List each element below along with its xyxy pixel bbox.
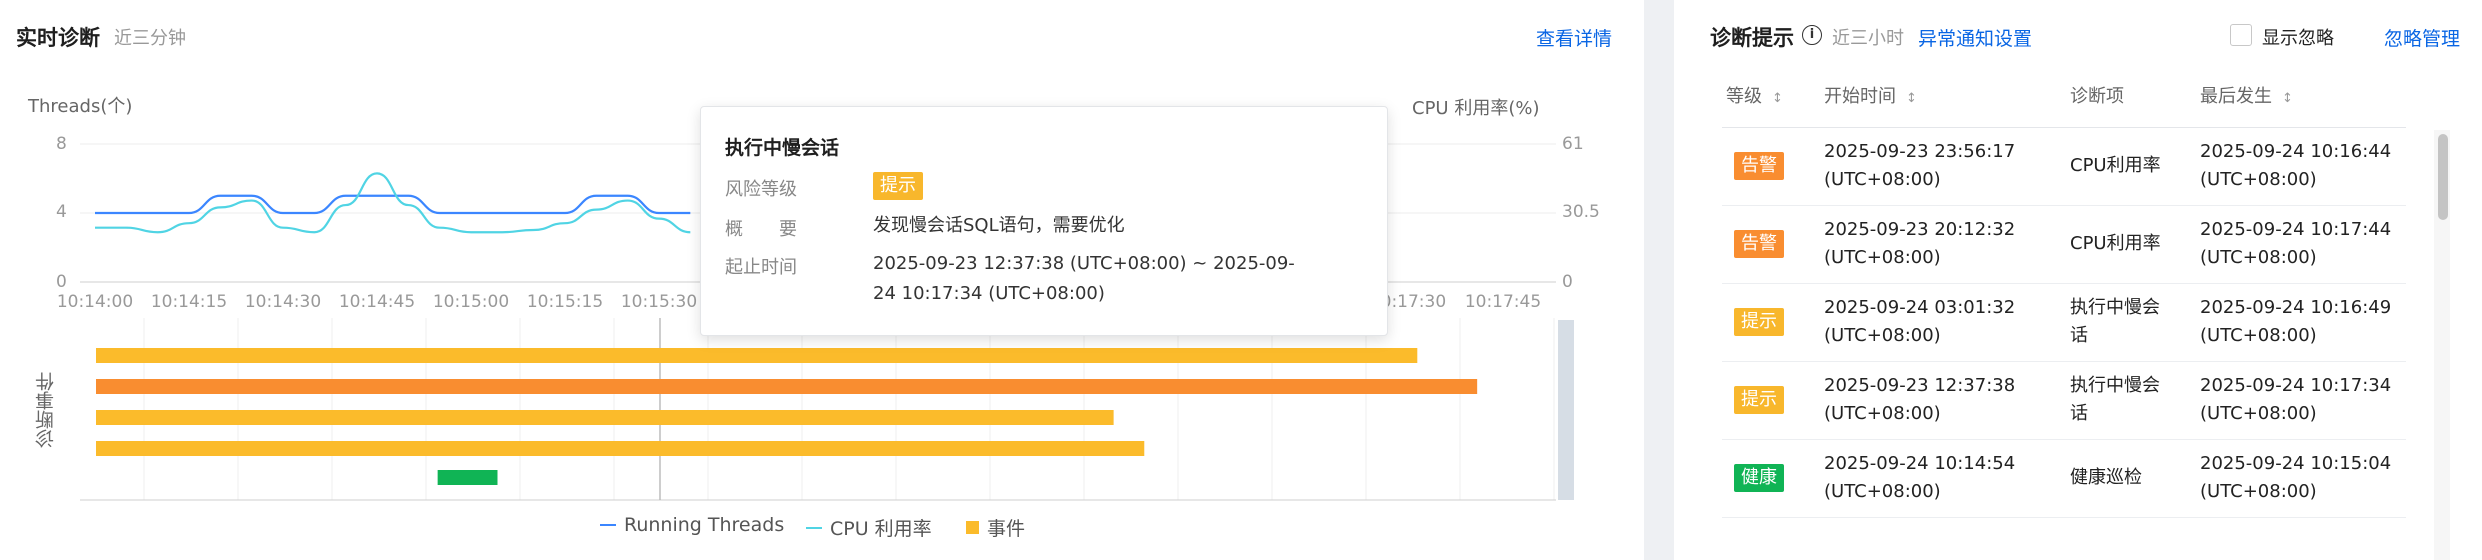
diagnosis-item: CPU利用率 bbox=[2070, 233, 2161, 254]
tooltip-title: 执行中慢会话 bbox=[725, 137, 840, 159]
start-time: 2025-09-24 03:01:32 (UTC+08:00) bbox=[1824, 297, 2016, 346]
event-scroll-handle bbox=[1558, 320, 1574, 500]
start-time: 2025-09-23 12:37:38 (UTC+08:00) bbox=[1824, 375, 2016, 424]
level-badge: 提示 bbox=[1734, 386, 1784, 414]
table-row[interactable]: 提示 2025-09-23 12:37:38 (UTC+08:00) 执行中慢会… bbox=[1722, 362, 2406, 440]
scrollbar-thumb[interactable] bbox=[2438, 134, 2448, 220]
start-time: 2025-09-23 20:12:32 (UTC+08:00) bbox=[1824, 219, 2016, 268]
legend-events[interactable]: 事件 bbox=[966, 514, 1025, 541]
legend-label: CPU 利用率 bbox=[830, 518, 932, 540]
column-header-start-time[interactable]: 开始时间 ↕ bbox=[1824, 82, 1917, 108]
last-occurred: 2025-09-24 10:17:34 (UTC+08:00) bbox=[2200, 375, 2392, 424]
event-axis-label: 诊断事件 bbox=[35, 372, 57, 448]
table-row[interactable]: 告警 2025-09-23 23:56:17 (UTC+08:00) CPU利用… bbox=[1722, 128, 2406, 206]
event-bar bbox=[96, 410, 1114, 425]
cpu-usage-line bbox=[95, 172, 691, 234]
tooltip-summary-value: 发现慢会话SQL语句，需要优化 bbox=[873, 215, 1125, 236]
panel-title: 诊断提示 bbox=[1710, 26, 1794, 50]
legend-running-threads[interactable]: Running Threads bbox=[600, 514, 784, 536]
tooltip-summary-label: 概 要 bbox=[725, 219, 797, 240]
ignore-manage-link[interactable]: 忽略管理 bbox=[2384, 24, 2460, 51]
last-occurred: 2025-09-24 10:15:04 (UTC+08:00) bbox=[2200, 453, 2392, 502]
running-threads-line bbox=[95, 194, 691, 215]
column-header-item: 诊断项 bbox=[2070, 86, 2124, 107]
tooltip-time-label: 起止时间 bbox=[725, 257, 797, 278]
level-badge: 健康 bbox=[1734, 464, 1784, 492]
event-bar bbox=[437, 470, 498, 485]
legend-box-swatch bbox=[966, 521, 979, 534]
realtime-diagnosis-panel: 实时诊断 近三分钟 查看详情 Threads(个) CPU 利用率(%) 8 4… bbox=[0, 0, 1644, 560]
event-tooltip: 执行中慢会话 风险等级 提示 概 要 发现慢会话SQL语句，需要优化 起止时间 … bbox=[700, 106, 1388, 336]
show-ignored-checkbox[interactable] bbox=[2230, 24, 2252, 46]
table-row[interactable]: 提示 2025-09-24 03:01:32 (UTC+08:00) 执行中慢会… bbox=[1722, 284, 2406, 362]
start-time: 2025-09-23 23:56:17 (UTC+08:00) bbox=[1824, 141, 2016, 190]
event-bar bbox=[96, 379, 1478, 394]
last-occurred: 2025-09-24 10:16:49 (UTC+08:00) bbox=[2200, 297, 2392, 346]
legend-line-swatch bbox=[806, 526, 822, 529]
legend-label: Running Threads bbox=[624, 514, 785, 536]
column-header-level[interactable]: 等级 ↕ bbox=[1726, 82, 1783, 108]
diagnosis-tips-panel: 诊断提示 i 近三小时 异常通知设置 显示忽略 忽略管理 等级 ↕ 开始时间 ↕ 诊… bbox=[1674, 0, 2482, 560]
tooltip-risk-badge: 提示 bbox=[873, 172, 923, 200]
last-occurred: 2025-09-24 10:17:44 (UTC+08:00) bbox=[2200, 219, 2392, 268]
panel-subtitle: 近三小时 bbox=[1832, 28, 1904, 49]
sort-icon: ↕ bbox=[2282, 91, 2293, 106]
level-badge: 告警 bbox=[1734, 152, 1784, 180]
table-row[interactable]: 告警 2025-09-23 20:12:32 (UTC+08:00) CPU利用… bbox=[1722, 206, 2406, 284]
diagnosis-item: 健康巡检 bbox=[2070, 467, 2142, 488]
diagnosis-item: CPU利用率 bbox=[2070, 155, 2161, 176]
info-icon[interactable]: i bbox=[1802, 25, 1822, 45]
legend-line-swatch bbox=[600, 524, 616, 526]
sort-icon: ↕ bbox=[1906, 91, 1917, 106]
diagnosis-item: 执行中慢会 话 bbox=[2070, 375, 2160, 424]
column-header-last-occurred[interactable]: 最后发生 ↕ bbox=[2200, 82, 2293, 108]
table-row[interactable]: 健康 2025-09-24 10:14:54 (UTC+08:00) 健康巡检 … bbox=[1722, 440, 2406, 518]
start-time: 2025-09-24 10:14:54 (UTC+08:00) bbox=[1824, 453, 2016, 502]
level-badge: 告警 bbox=[1734, 230, 1784, 258]
show-ignored-label[interactable]: 显示忽略 bbox=[2262, 24, 2334, 50]
legend-cpu[interactable]: CPU 利用率 bbox=[806, 514, 932, 541]
level-badge: 提示 bbox=[1734, 308, 1784, 336]
event-bar bbox=[96, 441, 1145, 456]
last-occurred: 2025-09-24 10:16:44 (UTC+08:00) bbox=[2200, 141, 2392, 190]
diagnosis-item: 执行中慢会 话 bbox=[2070, 297, 2160, 346]
event-bar bbox=[96, 348, 1418, 363]
notify-settings-link[interactable]: 异常通知设置 bbox=[1918, 24, 2032, 51]
legend-label: 事件 bbox=[987, 518, 1026, 540]
sort-icon: ↕ bbox=[1772, 91, 1783, 106]
tooltip-time-value: 2025-09-23 12:37:38 (UTC+08:00) ~ 2025-0… bbox=[873, 253, 1295, 304]
tooltip-risk-label: 风险等级 bbox=[725, 179, 797, 200]
